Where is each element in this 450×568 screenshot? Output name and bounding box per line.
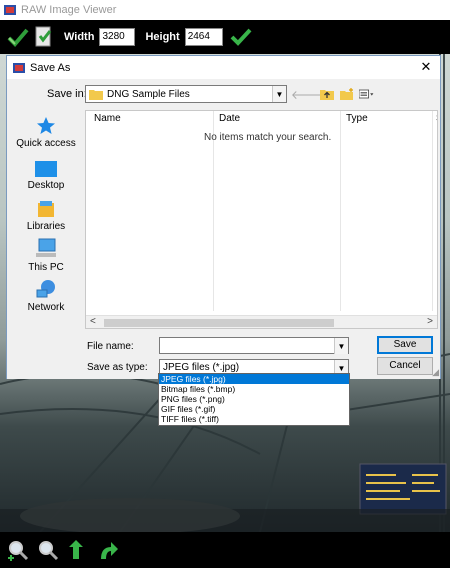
save-as-type-value: JPEG files (*.jpg) xyxy=(163,362,240,373)
new-folder-icon[interactable] xyxy=(339,86,355,102)
width-label: Width xyxy=(64,31,95,43)
bottom-toolbar xyxy=(0,532,450,568)
up-folder-icon[interactable] xyxy=(319,86,335,102)
zoom-in-icon[interactable] xyxy=(6,538,30,562)
width-input[interactable]: 3280 xyxy=(99,28,136,46)
type-option[interactable]: PNG files (*.png) xyxy=(159,394,349,404)
dialog-titlebar: Save As ✕ xyxy=(7,56,440,79)
file-list[interactable]: Name Date Type S No items match your sea… xyxy=(85,110,438,329)
open-checkmark-icon[interactable] xyxy=(6,25,30,49)
top-toolbar: Width 3280 Height 2464 xyxy=(0,20,450,54)
scroll-left-icon[interactable]: < xyxy=(90,316,96,327)
place-network[interactable]: Network xyxy=(11,276,81,313)
type-option[interactable]: Bitmap files (*.bmp) xyxy=(159,384,349,394)
rotate-right-icon[interactable] xyxy=(96,538,120,562)
apply-checkmark-icon[interactable] xyxy=(229,25,253,49)
save-in-dropdown[interactable]: DNG Sample Files ▼ xyxy=(85,85,287,103)
star-icon xyxy=(37,117,55,134)
column-divider xyxy=(432,111,433,311)
place-quick-access[interactable]: Quick access xyxy=(11,112,81,149)
dialog-title: Save As xyxy=(30,61,71,74)
empty-message: No items match your search. xyxy=(204,132,332,143)
place-label: Network xyxy=(27,302,65,313)
type-option[interactable]: JPEG files (*.jpg) xyxy=(159,374,349,384)
place-this-pc[interactable]: This PC xyxy=(11,236,81,273)
save-in-label: Save in: xyxy=(47,88,87,100)
save-as-type-options[interactable]: JPEG files (*.jpg) Bitmap files (*.bmp) … xyxy=(158,373,350,426)
libraries-icon xyxy=(38,201,54,217)
places-bar: Quick access Desktop Libraries This PC N… xyxy=(11,110,81,318)
window-title: RAW Image Viewer xyxy=(21,4,117,16)
computer-icon xyxy=(36,238,56,257)
rotate-left-icon[interactable] xyxy=(66,538,90,562)
height-label: Height xyxy=(145,31,180,43)
column-header-date[interactable]: Date xyxy=(219,113,240,124)
column-header-size[interactable]: S xyxy=(436,113,437,124)
save-in-value: DNG Sample Files xyxy=(107,88,190,100)
network-icon xyxy=(36,280,55,298)
save-as-type-label: Save as type: xyxy=(87,362,148,373)
place-label: Desktop xyxy=(27,180,65,191)
dialog-app-icon xyxy=(13,62,25,73)
app-window: RAW Image Viewer Width 3280 Height 2464 xyxy=(0,0,450,568)
view-menu-icon[interactable] xyxy=(359,86,375,102)
save-as-dialog: Save As ✕ Save in: DNG Sample Files ▼ 🡐 xyxy=(6,55,441,379)
cancel-button[interactable]: Cancel xyxy=(377,357,433,375)
place-desktop[interactable]: Desktop xyxy=(11,154,81,191)
place-label: This PC xyxy=(28,262,64,273)
window-titlebar: RAW Image Viewer xyxy=(0,0,450,20)
dialog-body: Save in: DNG Sample Files ▼ 🡐 Quick acce… xyxy=(7,79,440,379)
chevron-down-icon[interactable]: ▼ xyxy=(334,338,348,354)
horizontal-scrollbar[interactable]: < > xyxy=(86,315,437,328)
resize-grip-icon[interactable]: ◢ xyxy=(432,367,439,378)
place-label: Libraries xyxy=(26,221,66,232)
height-input[interactable]: 2464 xyxy=(184,28,223,46)
column-header-type[interactable]: Type xyxy=(346,113,368,124)
type-option[interactable]: TIFF files (*.tiff) xyxy=(159,414,349,424)
file-name-input[interactable]: ▼ xyxy=(159,337,349,354)
scroll-thumb[interactable] xyxy=(104,319,334,327)
column-divider xyxy=(340,111,341,311)
folder-icon xyxy=(89,90,103,100)
desktop-icon xyxy=(35,161,57,177)
column-header-name[interactable]: Name xyxy=(94,113,121,124)
chevron-down-icon[interactable]: ▼ xyxy=(272,86,286,102)
type-option[interactable]: GIF files (*.gif) xyxy=(159,404,349,414)
close-icon[interactable]: ✕ xyxy=(418,59,434,75)
place-libraries[interactable]: Libraries xyxy=(11,195,81,232)
place-label: Quick access xyxy=(16,138,76,149)
navigation-icons: 🡐 xyxy=(291,86,379,102)
save-button[interactable]: Save xyxy=(377,336,433,354)
scroll-right-icon[interactable]: > xyxy=(427,316,433,327)
back-arrow-icon[interactable]: 🡐 xyxy=(291,86,323,102)
zoom-out-icon[interactable] xyxy=(36,538,60,562)
file-name-label: File name: xyxy=(87,341,134,352)
save-file-icon[interactable] xyxy=(32,25,56,49)
app-icon xyxy=(4,5,16,15)
